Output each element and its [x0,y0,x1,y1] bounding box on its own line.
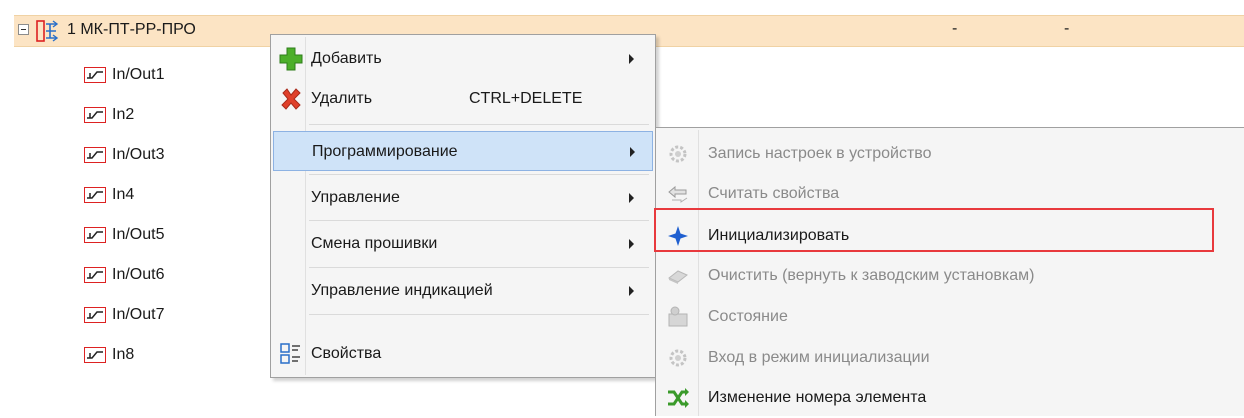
menu-item-label: Смена прошивки [311,235,438,252]
submenu-arrow-icon [629,193,634,203]
menu-separator [309,220,649,221]
menu-item-label: Управление [311,189,400,206]
menu-item-label: Программирование [312,143,458,160]
tree-item-label: In2 [112,106,135,123]
menu-separator [309,124,649,125]
collapse-toggle[interactable] [18,24,29,35]
menu-item-label: Свойства [311,345,382,362]
menu-item-label: Добавить [311,50,382,67]
properties-icon [280,343,300,364]
submenu-item-label: Изменение номера элемента [708,389,927,406]
green-swap-icon [668,388,689,408]
submenu-item-label: Запись настроек в устройство [708,145,932,162]
submenu-item-label: Очистить (вернуть к заводским установкам… [708,267,1035,284]
menu-item-delete[interactable]: Удалить CTRL+DELETE [273,79,653,119]
submenu-item-init-mode[interactable]: Вход в режим инициализации [656,337,1244,378]
device-column-1: - [952,20,958,37]
menu-item-add[interactable]: Добавить [273,39,653,79]
menu-item-label: Удалить [311,90,373,107]
io-channel-icon [84,147,106,163]
io-channel-icon [84,107,106,123]
submenu-item-status[interactable]: Состояние [656,296,1244,337]
tree-item-in-out-1[interactable]: In/Out1 [84,62,164,88]
io-channel-icon [84,67,106,83]
submenu-item-label: Состояние [708,308,788,325]
tree-item-in-out-6[interactable]: In/Out6 [84,262,164,288]
eraser-icon [668,270,688,284]
status-icon [668,306,688,327]
menu-separator [309,174,649,175]
tree-item-label: In/Out5 [112,226,165,243]
io-channel-icon [84,187,106,203]
tree-item-label: In/Out1 [112,66,165,83]
submenu-item-change-number[interactable]: Изменение номера элемента [656,377,1244,418]
context-menu: Добавить Удалить CTRL+DELETE Программиро… [270,34,656,378]
annotation-highlight-box [654,208,1214,252]
tree-item-label: In/Out6 [112,266,165,283]
io-channel-icon [84,267,106,283]
io-channel-icon [84,227,106,243]
tree-item-label: In4 [112,186,135,203]
programming-submenu: Запись настроек в устройство Считать сво… [655,127,1244,416]
submenu-item-write-settings[interactable]: Запись настроек в устройство [656,133,1244,174]
io-channel-icon [84,347,106,363]
read-arrows-icon [668,185,688,203]
init-mode-icon [669,349,687,367]
device-column-2: - [1064,20,1070,37]
io-channel-icon [84,307,106,323]
menu-item-properties[interactable]: Свойства [273,334,653,374]
device-tree-icon [36,20,59,42]
menu-item-label: Управление индикацией [311,282,493,299]
menu-item-programming[interactable]: Программирование [273,131,653,171]
tree-item-in-8[interactable]: In8 [84,342,134,368]
submenu-arrow-icon [630,147,635,157]
menu-item-shortcut: CTRL+DELETE [469,90,583,107]
write-gear-icon [669,145,687,163]
device-label[interactable]: 1 МК-ПТ-РР-ПРО [67,20,196,40]
menu-separator [309,267,649,268]
tree-item-label: In8 [112,346,135,363]
menu-item-indication[interactable]: Управление индикацией [273,271,653,311]
tree-item-in-4[interactable]: In4 [84,182,134,208]
menu-separator [309,314,649,315]
submenu-arrow-icon [629,239,634,249]
green-plus-icon [279,47,303,71]
tree-item-in-out-5[interactable]: In/Out5 [84,222,164,248]
tree-item-in-2[interactable]: In2 [84,102,134,128]
submenu-item-factory-reset[interactable]: Очистить (вернуть к заводским установкам… [656,255,1244,296]
tree-item-in-out-7[interactable]: In/Out7 [84,302,164,328]
menu-item-control[interactable]: Управление [273,178,653,218]
menu-item-firmware[interactable]: Смена прошивки [273,224,653,264]
submenu-arrow-icon [629,54,634,64]
red-x-icon [281,88,301,110]
submenu-item-label: Вход в режим инициализации [708,349,930,366]
tree-item-label: In/Out7 [112,306,165,323]
tree-item-in-out-3[interactable]: In/Out3 [84,142,164,168]
tree-item-label: In/Out3 [112,146,165,163]
submenu-arrow-icon [629,286,634,296]
